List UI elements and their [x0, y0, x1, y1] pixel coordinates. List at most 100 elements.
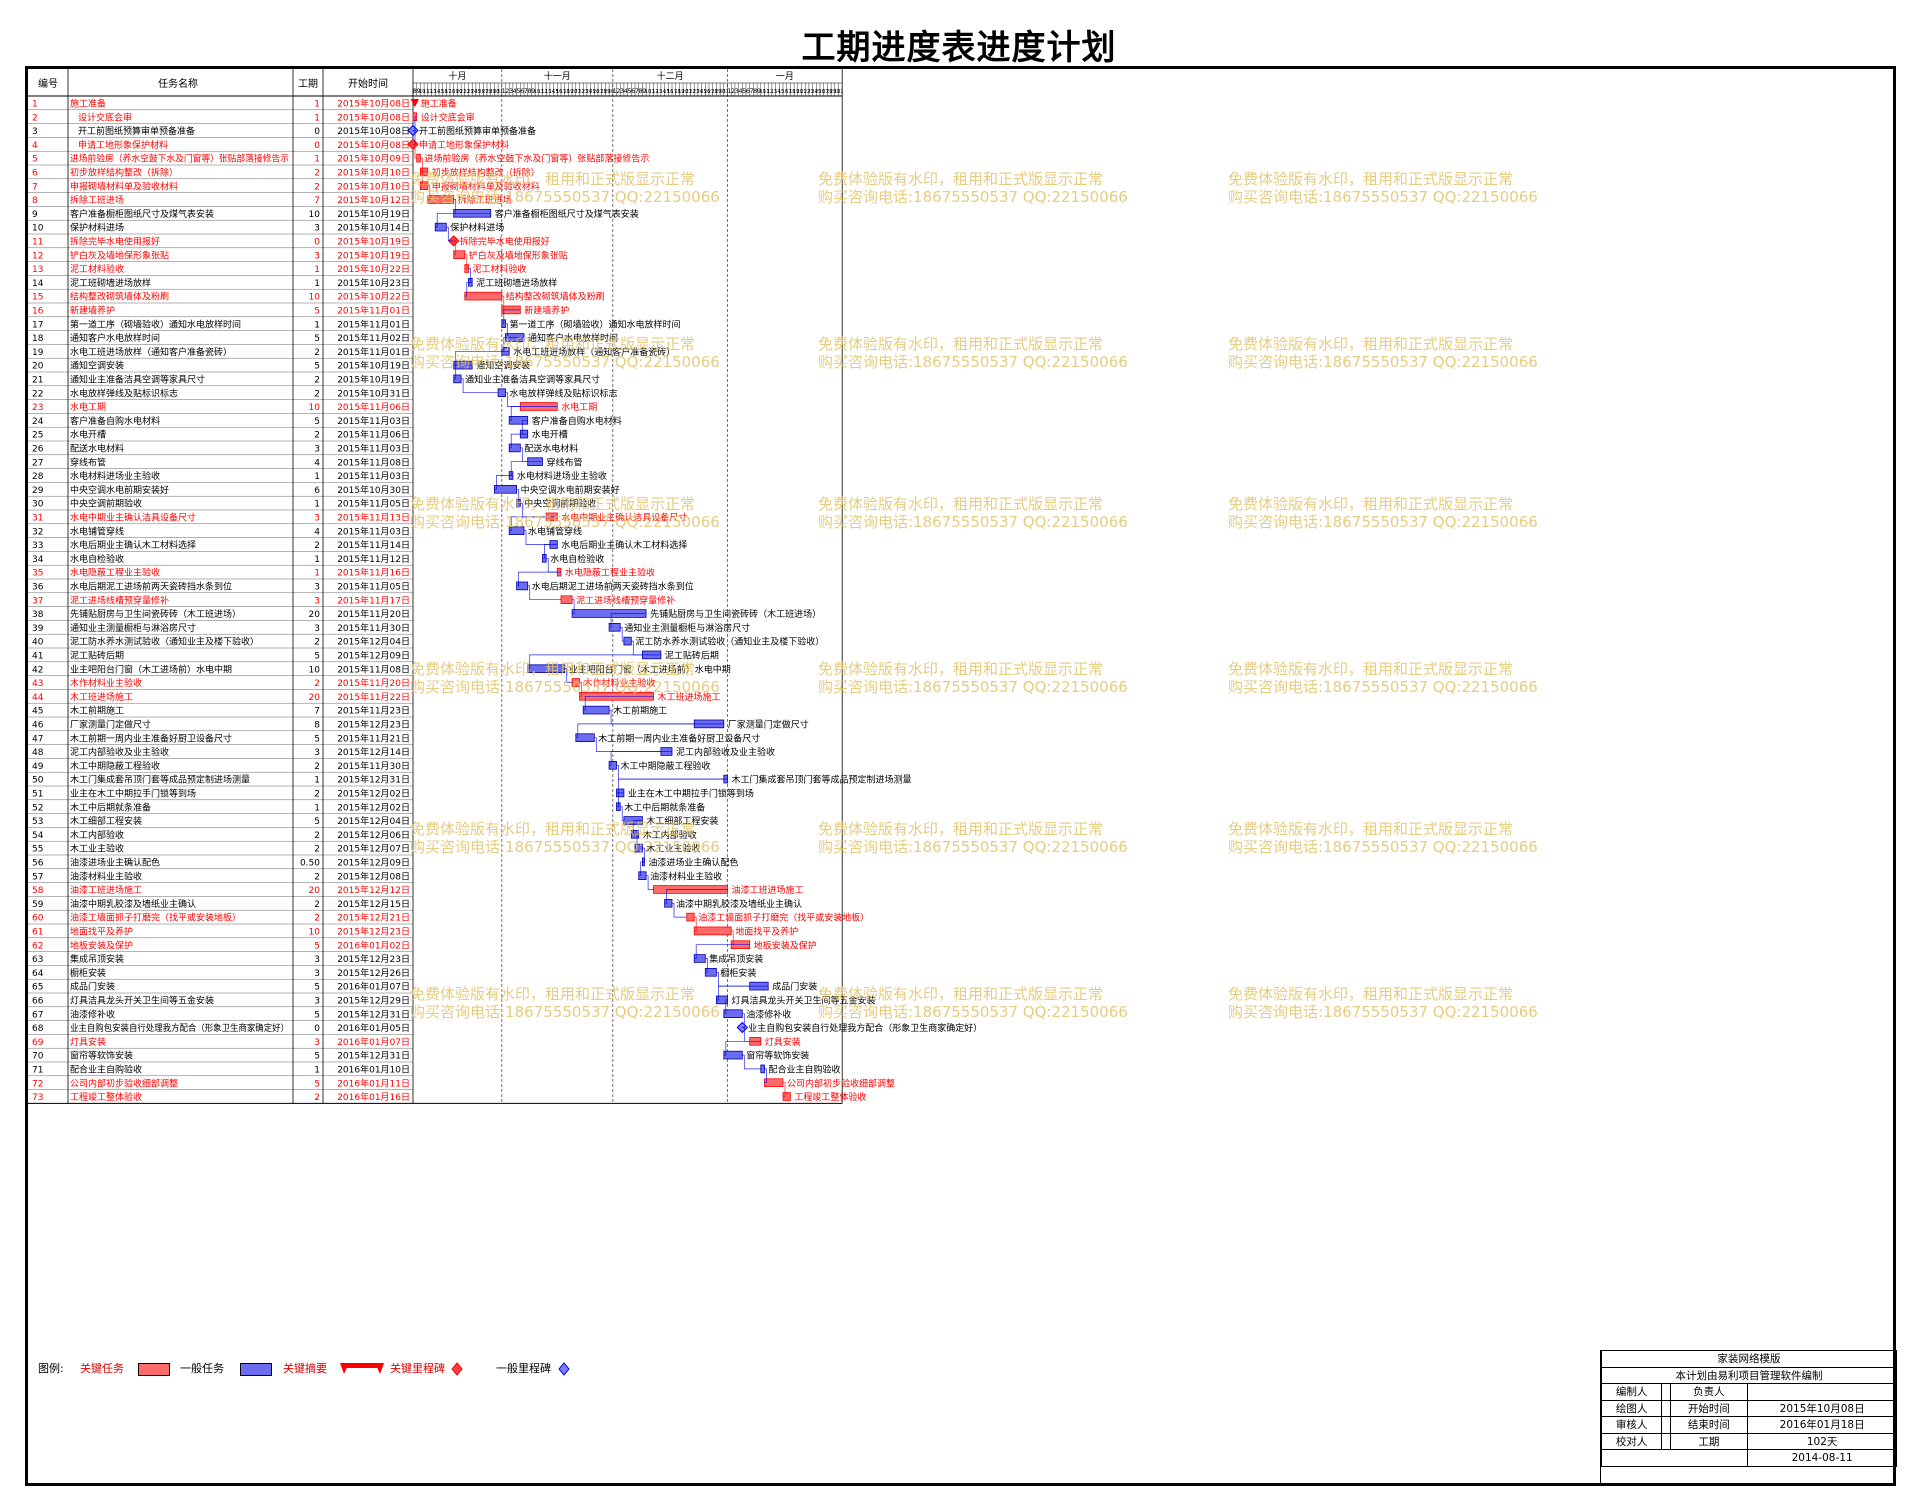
task-id: 47 [32, 734, 43, 744]
task-name: 水电开槽 [70, 429, 106, 441]
task-start: 2015年11月06日 [337, 429, 410, 441]
watermark-line2: 购买咨询电话:18675550537 QQ:22150066 [1228, 678, 1538, 696]
task-start: 2015年10月19日 [337, 374, 410, 386]
task-start: 2016年01月16日 [337, 1091, 410, 1103]
task-id: 32 [32, 527, 43, 537]
task-start: 2015年11月12日 [337, 553, 410, 565]
task-start: 2015年10月10日 [337, 167, 410, 179]
task-name: 木工中期隐蔽工程验收 [70, 760, 160, 772]
task-name: 初步放样结构整改（拆除） [70, 167, 178, 179]
task-duration: 1 [314, 265, 320, 275]
watermark: 免费体验版有水印，租用和正式版显示正常 购买咨询电话:18675550537 QQ… [410, 660, 720, 696]
bar-label: 木工门集成套吊顶门套等成品预定制进场测量 [732, 774, 912, 786]
info-label: 校对人 [1600, 1432, 1663, 1450]
task-id: 37 [32, 596, 43, 606]
legend-crit-summary-label: 关键摘要 [283, 1362, 327, 1375]
watermark: 免费体验版有水印，租用和正式版显示正常 购买咨询电话:18675550537 QQ… [410, 985, 720, 1021]
task-bar [464, 291, 503, 301]
task-start: 2015年10月19日 [337, 360, 410, 372]
task-duration: 2 [314, 831, 320, 841]
watermark-line1: 免费体验版有水印，租用和正式版显示正常 [1228, 985, 1514, 1003]
task-name: 公司内部初步验收细部调整 [70, 1077, 178, 1089]
task-id: 21 [32, 376, 43, 386]
bar-label: 设计交底会审 [421, 111, 475, 123]
task-start: 2016年01月10日 [337, 1064, 410, 1076]
watermark: 免费体验版有水印，租用和正式版显示正常 购买咨询电话:18675550537 QQ… [818, 495, 1128, 531]
task-duration: 2 [314, 914, 320, 924]
task-bar [575, 733, 595, 742]
task-name: 木工前期一周内业主准备好厨卫设备尺寸 [70, 732, 232, 744]
bar-label: 泥工班砌墙进场放样 [476, 277, 557, 289]
task-duration: 1 [314, 113, 320, 123]
task-duration: 3 [314, 445, 320, 455]
task-duration: 5 [314, 734, 320, 744]
task-name: 木工业主验收 [70, 843, 124, 855]
task-name: 业主在木工中期拉手门锁等到场 [70, 788, 196, 800]
task-id: 41 [32, 652, 43, 662]
task-name: 工程竣工整体验收 [70, 1091, 142, 1103]
watermark: 免费体验版有水印，租用和正式版显示正常 购买咨询电话:18675550537 QQ… [410, 170, 720, 206]
task-name: 橱柜安装 [70, 967, 106, 979]
task-duration: 1 [314, 279, 320, 289]
task-id: 14 [32, 279, 44, 289]
task-id: 63 [32, 955, 43, 965]
task-bar [760, 1064, 765, 1074]
bar-label: 成品门安装 [772, 981, 817, 993]
task-id: 54 [32, 831, 44, 841]
task-id: 62 [32, 941, 43, 951]
task-name: 泥工班砌墙进场放样 [70, 277, 151, 289]
task-bar [686, 912, 695, 922]
task-start: 2015年12月21日 [337, 912, 410, 924]
task-name: 水电材料进场业主验收 [70, 470, 160, 482]
task-duration: 5 [314, 1052, 320, 1062]
legend-label: 图例: [38, 1362, 64, 1375]
task-duration: 10 [309, 210, 321, 220]
bar-label: 客户准备自购水电材料 [532, 415, 622, 427]
watermark-line1: 免费体验版有水印，租用和正式版显示正常 [410, 985, 696, 1003]
task-id: 7 [32, 182, 38, 192]
task-duration: 5 [314, 1010, 320, 1020]
task-duration: 2 [314, 762, 320, 772]
bar-label: 水电后期泥工进场前两天瓷砖挡水条到位 [532, 581, 694, 593]
bar-label: 油漆修补收 [746, 1008, 791, 1020]
info-value: 2015年10月08日 [1747, 1399, 1897, 1417]
task-id: 26 [32, 445, 44, 455]
task-name: 水电工期 [70, 401, 106, 413]
task-id: 56 [32, 859, 44, 869]
task-id: 61 [32, 928, 43, 938]
month-label: 一月 [776, 71, 794, 82]
watermark: 免费体验版有水印，租用和正式版显示正常 购买咨询电话:18675550537 QQ… [1228, 335, 1538, 371]
task-duration: 3 [314, 955, 320, 965]
task-name: 通知业主测量橱柜与淋浴房尺寸 [70, 622, 196, 634]
gantt-frame: 编号 任务名称 工期 开始时间 十月 8 9 10 11 12 13 14 15 16 17 18 19 20 21… [25, 66, 1896, 1486]
bar-label: 先铺贴厨房与卫生间瓷砖砖（木工班进场） [650, 608, 821, 620]
info-label: 开始时间 [1669, 1399, 1749, 1417]
task-name: 水电后期业主确认木工材料选择 [70, 539, 196, 551]
watermark-line1: 免费体验版有水印，租用和正式版显示正常 [410, 660, 696, 678]
watermark-line1: 免费体验版有水印，租用和正式版显示正常 [818, 170, 1104, 188]
task-duration: 0 [314, 1024, 320, 1034]
task-id: 20 [32, 362, 44, 372]
bar-label: 油漆材料业主验收 [650, 870, 722, 882]
task-start: 2015年11月20日 [337, 608, 410, 620]
task-bar [764, 1078, 784, 1087]
task-start: 2015年12月26日 [337, 967, 410, 979]
task-bar [493, 484, 517, 494]
task-id: 64 [32, 969, 44, 979]
task-id: 70 [32, 1052, 44, 1062]
task-start: 2015年11月03日 [337, 415, 410, 427]
task-name: 铲白灰及墙地保形象张贴 [70, 249, 169, 261]
task-name: 油漆进场业主确认配色 [70, 857, 160, 869]
task-id: 65 [32, 983, 43, 993]
task-name: 开工前图纸预算审单预备准备 [78, 125, 195, 137]
task-duration: 2 [314, 790, 320, 800]
legend-normal-task-swatch [240, 1363, 272, 1376]
task-duration: 2 [314, 376, 320, 386]
task-name: 木工门集成套吊顶门套等成品预定制进场测量 [70, 774, 250, 786]
task-duration: 1 [314, 500, 320, 510]
task-bar [693, 926, 732, 936]
task-id: 15 [32, 293, 43, 303]
task-id: 49 [32, 762, 44, 772]
task-name: 水电隐蔽工程业主验收 [70, 567, 160, 579]
watermark-line1: 免费体验版有水印，租用和正式版显示正常 [410, 170, 696, 188]
